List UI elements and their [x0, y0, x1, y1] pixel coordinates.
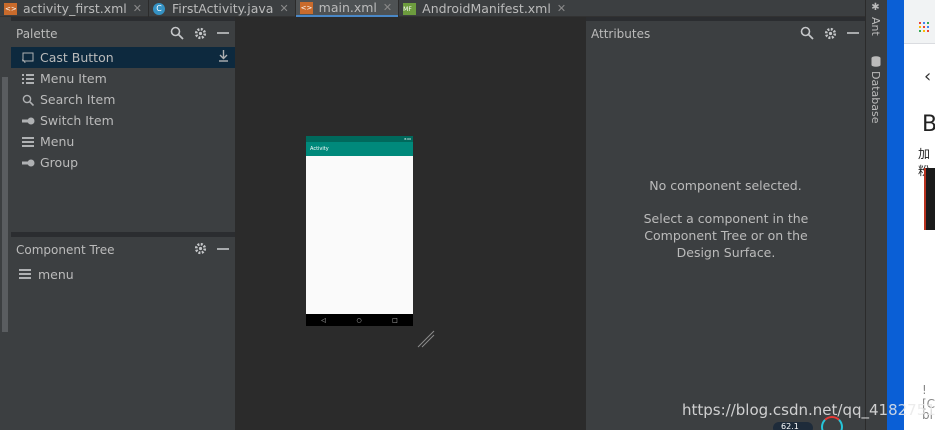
palette-list: Cast Button Menu Item Search Item Switch…	[11, 47, 235, 232]
watermark: https://blog.csdn.net/qq_4182751	[682, 401, 935, 419]
palette-header: Palette	[11, 21, 235, 47]
component-tree-title: Component Tree	[16, 243, 115, 257]
cast-icon	[21, 51, 35, 65]
database-icon	[871, 56, 880, 67]
palette-item-menu-item[interactable]: Menu Item	[11, 68, 235, 89]
back-arrow-icon[interactable]: ‹	[924, 66, 931, 87]
attributes-tools	[800, 26, 859, 40]
device-nav-bar: ◁ ○ □	[306, 314, 413, 326]
tab-main-xml[interactable]: main.xml ✕	[295, 0, 399, 17]
app-title: Activity	[310, 146, 329, 152]
attributes-panel: No component selected. Select a componen…	[586, 47, 865, 430]
java-class-icon: C	[153, 2, 166, 15]
component-tree-tools	[194, 242, 229, 255]
tool-window-label: Ant	[869, 17, 882, 36]
design-surface[interactable]: 8:00 Activity ◁ ○ □	[237, 17, 585, 430]
resize-handle-icon[interactable]	[417, 330, 435, 348]
palette-item-label: Switch Item	[40, 113, 114, 128]
tree-node-label: menu	[38, 266, 74, 282]
attributes-header: Attributes	[586, 21, 865, 47]
editor-tab-bar: activity_first.xml ✕ C FirstActivity.jav…	[0, 0, 865, 17]
close-icon[interactable]: ✕	[557, 2, 566, 15]
search-icon	[21, 93, 35, 107]
menu-icon	[18, 267, 32, 281]
palette-item-label: Search Item	[40, 92, 116, 107]
tree-node-menu[interactable]: menu	[11, 263, 235, 285]
no-selection-message: No component selected.	[649, 178, 802, 193]
tool-window-database[interactable]: Database	[869, 56, 882, 124]
minimize-icon[interactable]	[217, 243, 229, 255]
tab-label: FirstActivity.java	[172, 1, 274, 16]
palette-item-group[interactable]: Group	[11, 152, 235, 173]
close-icon[interactable]: ✕	[133, 2, 142, 15]
xml-file-icon	[299, 1, 313, 14]
scrollbar-thumb[interactable]	[2, 77, 8, 332]
search-icon[interactable]	[800, 26, 814, 40]
device-app-bar: Activity	[306, 142, 413, 156]
palette-item-switch-item[interactable]: Switch Item	[11, 110, 235, 131]
browser-heading: B	[922, 112, 935, 137]
palette-item-label: Group	[40, 155, 79, 170]
nav-home-icon: ○	[356, 316, 362, 324]
tool-window-label: Database	[869, 71, 882, 124]
nav-back-icon: ◁	[321, 316, 326, 324]
palette-item-cast-button[interactable]: Cast Button	[11, 47, 235, 68]
tab-first-activity-java[interactable]: C FirstActivity.java ✕	[149, 0, 295, 17]
left-tool-strip	[0, 17, 11, 430]
xml-file-icon	[4, 2, 17, 15]
palette-item-menu[interactable]: Menu	[11, 131, 235, 152]
minimize-icon[interactable]	[847, 27, 859, 39]
speed-readout: 62.1	[773, 422, 813, 430]
manifest-file-icon	[403, 2, 417, 15]
browser-toolbar	[904, 0, 935, 44]
attributes-title: Attributes	[591, 27, 651, 41]
component-tree: menu	[11, 263, 235, 430]
menu-icon	[21, 135, 35, 149]
selection-hint: Select a component in the Component Tree…	[643, 211, 809, 260]
minimize-icon[interactable]	[217, 27, 229, 39]
tab-activity-first-xml[interactable]: activity_first.xml ✕	[0, 0, 148, 17]
search-icon[interactable]	[170, 26, 184, 40]
palette-item-search-item[interactable]: Search Item	[11, 89, 235, 110]
close-icon[interactable]: ✕	[279, 2, 288, 15]
apps-grid-icon[interactable]	[919, 22, 929, 32]
gear-icon[interactable]	[824, 27, 837, 40]
palette-item-label: Menu	[40, 134, 75, 149]
palette-item-label: Cast Button	[40, 50, 114, 65]
switch-icon	[21, 156, 35, 170]
ant-icon: ✱	[870, 2, 881, 13]
palette-item-label: Menu Item	[40, 71, 107, 86]
gear-icon[interactable]	[194, 242, 207, 255]
tab-label: main.xml	[318, 0, 377, 15]
tab-android-manifest-xml[interactable]: AndroidManifest.xml ✕	[399, 0, 572, 17]
palette-tools	[170, 26, 229, 40]
list-icon	[21, 72, 35, 86]
browser-image	[924, 168, 935, 230]
component-tree-header: Component Tree	[11, 237, 235, 263]
tool-window-ant[interactable]: ✱ Ant	[869, 2, 882, 36]
right-tool-strip: ✱ Ant Database	[865, 0, 887, 430]
browser-window-fragment: ‹ B 加粉 ![C bl	[904, 0, 935, 430]
device-preview[interactable]: 8:00 Activity ◁ ○ □	[306, 136, 413, 326]
download-icon[interactable]	[218, 50, 229, 65]
speed-value: 62.1	[781, 422, 799, 430]
switch-icon	[21, 114, 35, 128]
network-speed-widget: 62.1	[773, 416, 843, 430]
close-icon[interactable]: ✕	[383, 1, 392, 14]
tab-label: AndroidManifest.xml	[422, 1, 551, 16]
gear-icon[interactable]	[194, 27, 207, 40]
nav-recents-icon: □	[392, 316, 398, 324]
palette-title: Palette	[16, 27, 58, 41]
tab-label: activity_first.xml	[23, 1, 127, 16]
window-edge	[887, 0, 904, 430]
